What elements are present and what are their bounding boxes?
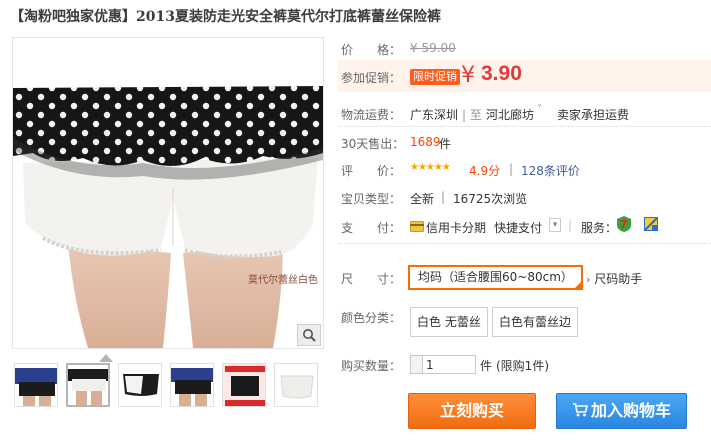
rating-label: 评 价： [341, 164, 402, 178]
ship-to-dropdown[interactable]: 河北廊坊 [486, 106, 534, 123]
selected-corner-icon [572, 280, 583, 290]
thumbnail-4[interactable] [170, 363, 214, 407]
quantity-input[interactable] [423, 356, 475, 373]
add-to-cart-label: 加入购物车 [590, 401, 671, 420]
sales-count: 1689 [410, 135, 441, 149]
credit-installment[interactable]: 信用卡分期 [426, 219, 486, 236]
product-photo: 莫代尔蕾丝白色 [13, 38, 323, 348]
quantity-stepper[interactable] [410, 355, 476, 374]
cart-icon [572, 395, 589, 429]
price-label: 价 格： [341, 43, 402, 57]
star-rating-icon: ★★★★★ [410, 162, 451, 173]
add-to-cart-button[interactable]: 加入购物车 [556, 393, 687, 429]
magnifier-icon [303, 329, 316, 342]
buy-now-button[interactable]: 立刻购买 [408, 393, 536, 429]
thumbnail-1[interactable] [14, 363, 58, 407]
sales-unit: 件 [439, 137, 452, 151]
item-type-label: 宝贝类型： [341, 192, 402, 206]
color-option-plain[interactable]: 白色 无蕾丝 [410, 307, 488, 337]
review-count-link[interactable]: 128条评价 [521, 162, 580, 179]
promo-tag: 限时促销 [410, 69, 460, 85]
image-watermark: 莫代尔蕾丝白色 [248, 273, 318, 286]
view-count: 16725次浏览 [453, 192, 528, 206]
svg-text:7: 7 [620, 218, 628, 231]
currency-symbol: ¥ [461, 63, 475, 88]
thumbnail-2[interactable] [66, 363, 110, 407]
rating-score: 4.9分 [469, 164, 501, 178]
item-separator: | [441, 190, 446, 204]
payment-label: 支 付： [341, 221, 402, 235]
seven-day-return-icon[interactable]: 7 [616, 215, 632, 236]
chevron-down-icon[interactable]: ˅ [537, 104, 542, 115]
zoom-button[interactable] [297, 324, 321, 346]
quantity-label: 购买数量： [341, 359, 402, 373]
divider [338, 126, 711, 127]
quantity-unit: 件 [480, 359, 493, 373]
active-thumb-caret [99, 354, 113, 362]
payment-dropdown-icon[interactable]: ▾ [549, 218, 561, 232]
guarantee-icon[interactable] [644, 217, 658, 234]
sales-label: 30天售出： [341, 137, 405, 151]
thumbnail-6[interactable] [274, 363, 318, 407]
quantity-arrows[interactable] [411, 356, 423, 373]
service-label: 服务： [581, 221, 618, 235]
promo-price: 3.90 [481, 62, 522, 85]
promo-label: 参加促销： [341, 71, 402, 85]
arrow-right-icon: › [586, 273, 591, 286]
thumbnail-3[interactable] [118, 363, 162, 407]
payment-divider: | [568, 218, 573, 232]
thumbnail-5[interactable] [222, 363, 266, 407]
item-condition: 全新 [410, 192, 435, 206]
size-helper-link[interactable]: › 尺码助手 [586, 270, 642, 287]
ship-from: 广东深圳 [410, 108, 459, 122]
rating-separator: | [509, 162, 514, 176]
color-label: 颜色分类： [341, 311, 402, 325]
quick-pay[interactable]: 快捷支付 [494, 219, 542, 236]
shipping-label: 物流运费： [341, 108, 402, 122]
size-option-selected[interactable]: 均码（适合腰围60~80cm） [408, 265, 583, 290]
divider [338, 243, 711, 244]
ship-separator: | 至 [462, 108, 482, 122]
size-helper-label: 尺码助手 [594, 272, 643, 286]
size-label: 尺 寸： [341, 272, 402, 286]
product-title: 【淘粉吧独家优惠】2013夏装防走光安全裤莫代尔打底裤蕾丝保险裤 [10, 9, 441, 25]
thumbnail-strip [14, 354, 324, 409]
quantity-limit: (限购1件) [496, 359, 549, 373]
credit-card-icon [410, 221, 424, 235]
shipping-fee: 卖家承担运费 [557, 108, 630, 122]
original-price: ¥ 59.00 [410, 41, 456, 55]
size-option-label: 均码（适合腰围60~80cm） [418, 270, 573, 284]
color-option-lace[interactable]: 白色有蕾丝边 [492, 307, 579, 337]
main-product-image[interactable]: 莫代尔蕾丝白色 [12, 37, 324, 349]
